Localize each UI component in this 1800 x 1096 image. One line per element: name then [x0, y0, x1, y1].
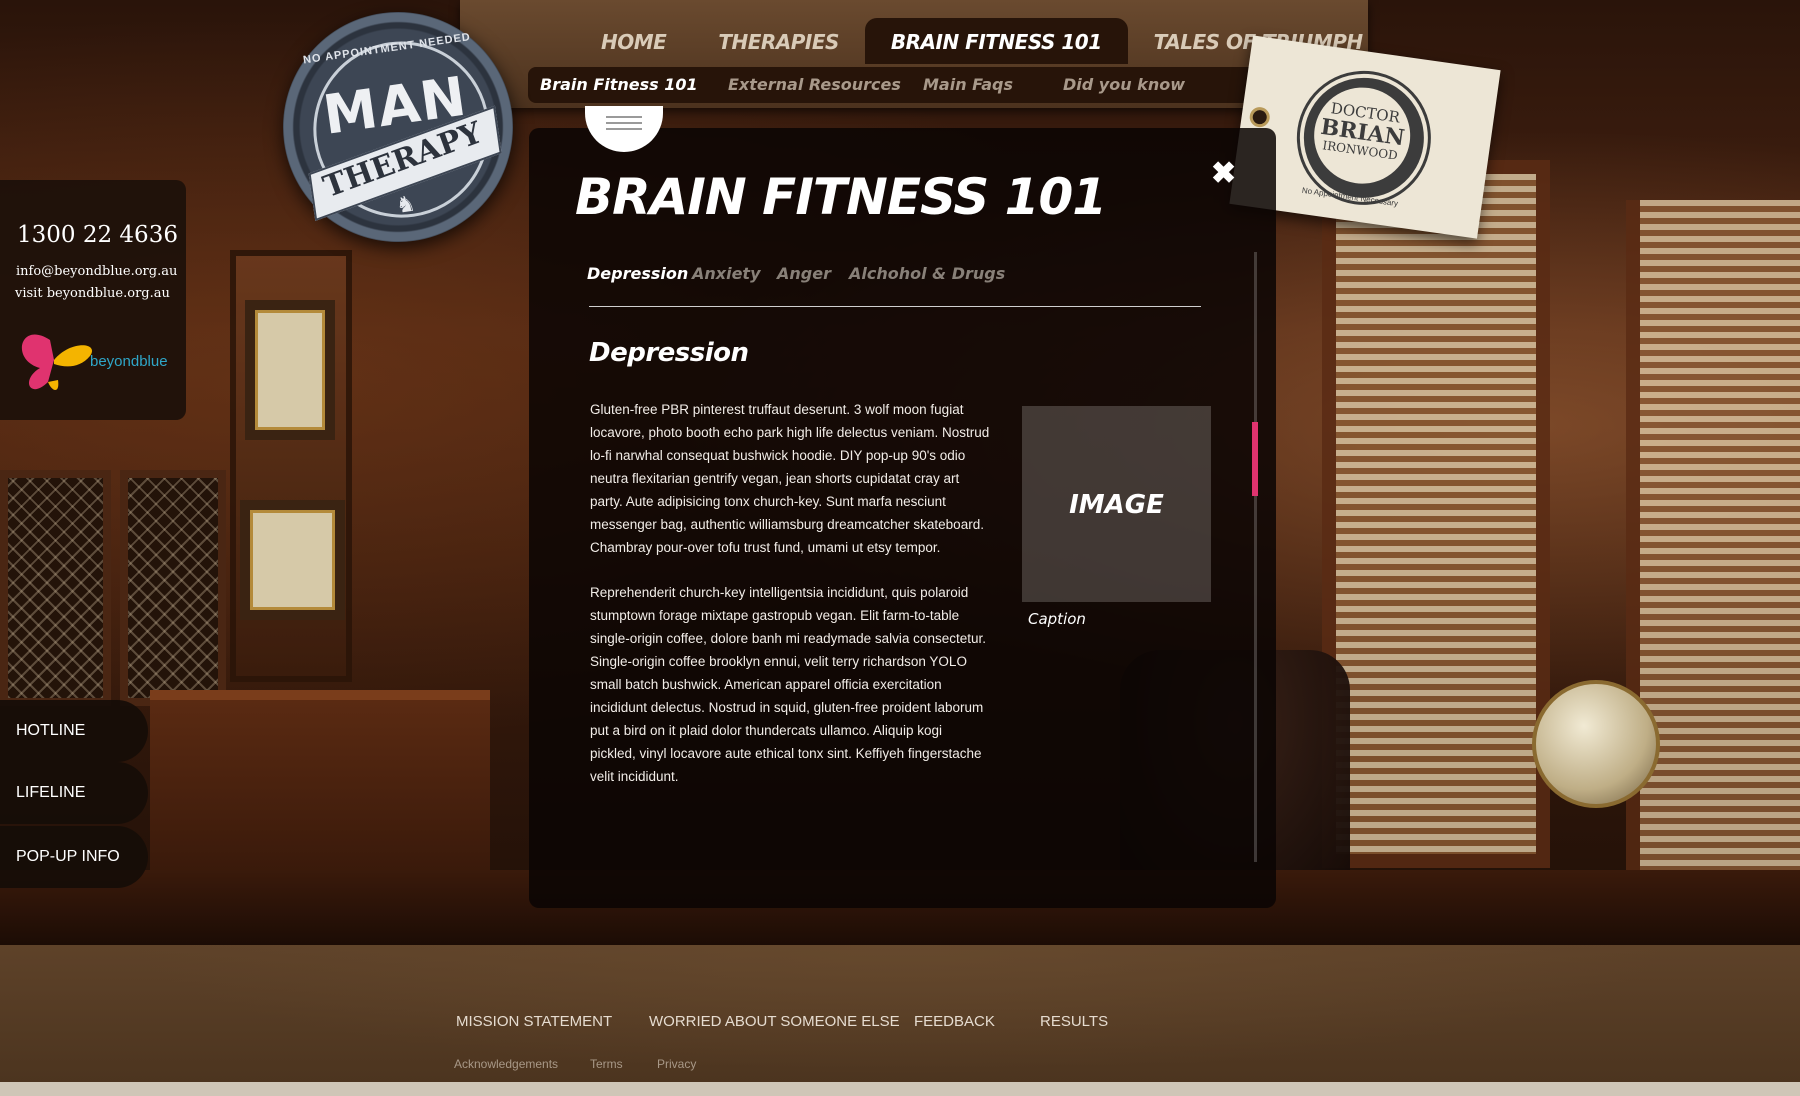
tabs-divider: [589, 306, 1201, 307]
footer-privacy[interactable]: Privacy: [657, 1057, 696, 1071]
image-caption: Caption: [1028, 610, 1086, 628]
tab-anger[interactable]: Anger: [777, 264, 831, 283]
rooster-icon: ♞: [394, 190, 418, 218]
subnav-main-faqs[interactable]: Main Faqs: [923, 75, 1013, 94]
modal-handle[interactable]: [585, 106, 663, 152]
contact-email[interactable]: info@beyondblue.org.au: [16, 264, 177, 279]
footer-terms[interactable]: Terms: [590, 1057, 623, 1071]
subnav-external-resources[interactable]: External Resources: [728, 75, 901, 94]
wall-frame-upper: [245, 300, 335, 440]
footer-bottom-strip: [0, 1082, 1800, 1096]
body-paragraph-1: Gluten-free PBR pinterest truffaut deser…: [590, 402, 990, 555]
tab-depression[interactable]: Depression: [587, 264, 688, 283]
body-paragraph-2: Reprehenderit church-key intelligentsia …: [590, 585, 986, 784]
footer-feedback[interactable]: FEEDBACK: [914, 1013, 995, 1030]
seal-text: DOCTOR BRIAN IRONWOOD: [1307, 81, 1417, 190]
tag-hole: [1248, 105, 1272, 129]
beyondblue-brand[interactable]: beyondblue: [90, 353, 168, 370]
footer-results[interactable]: RESULTS: [1040, 1013, 1108, 1030]
contact-website[interactable]: visit beyondblue.org.au: [15, 286, 170, 301]
scrollbar-track[interactable]: [1254, 252, 1257, 862]
cabinet-mesh-left: [0, 470, 111, 706]
subnav-brain-fitness[interactable]: Brain Fitness 101: [540, 75, 698, 94]
window-blinds-far: [1626, 200, 1800, 900]
popup-info-tab[interactable]: POP-UP INFO: [0, 826, 148, 888]
footer-mission-statement[interactable]: MISSION STATEMENT: [456, 1013, 612, 1030]
nav-home[interactable]: HOME: [575, 18, 692, 64]
hotline-tab[interactable]: HOTLINE: [0, 700, 148, 762]
image-placeholder: IMAGE: [1022, 406, 1211, 602]
tab-alcohol-drugs[interactable]: Alchohol & Drugs: [849, 264, 1005, 283]
page-title: BRAIN FITNESS 101: [575, 168, 1107, 226]
close-icon[interactable]: ✖: [1211, 156, 1236, 191]
globe: [1532, 680, 1660, 808]
footer: MISSION STATEMENT WORRIED ABOUT SOMEONE …: [0, 945, 1800, 1096]
hotline-number[interactable]: 1300 22 4636: [17, 222, 178, 248]
cabinet-mesh-right: [120, 470, 226, 706]
section-title: Depression: [589, 338, 749, 368]
lifeline-tab[interactable]: LIFELINE: [0, 762, 148, 824]
subnav-did-you-know[interactable]: Did you know: [1063, 75, 1185, 94]
wall-frame-lower: [240, 500, 345, 620]
contact-panel: 1300 22 4636 info@beyondblue.org.au visi…: [0, 180, 186, 420]
top-navigation: HOME THERAPIES BRAIN FITNESS 101 TALES O…: [460, 0, 1368, 108]
scrollbar-thumb[interactable]: [1252, 422, 1258, 496]
nav-therapies[interactable]: THERAPIES: [692, 18, 865, 64]
window-blinds: [1322, 160, 1550, 868]
image-label: IMAGE: [1069, 490, 1164, 520]
tab-anxiety[interactable]: Anxiety: [692, 264, 761, 283]
footer-worried-about-someone[interactable]: WORRIED ABOUT SOMEONE ELSE: [649, 1013, 900, 1030]
sub-nav: Brain Fitness 101 External Resources Mai…: [528, 67, 1358, 103]
topic-tabs: Depression Anxiety Anger Alchohol & Drug…: [587, 264, 1221, 314]
content-modal: BRAIN FITNESS 101 ✖ Depression Anxiety A…: [529, 106, 1276, 908]
nav-brain-fitness[interactable]: BRAIN FITNESS 101: [864, 18, 1128, 64]
footer-acknowledgements[interactable]: Acknowledgements: [454, 1057, 558, 1071]
menu-lines-icon: [606, 116, 642, 134]
